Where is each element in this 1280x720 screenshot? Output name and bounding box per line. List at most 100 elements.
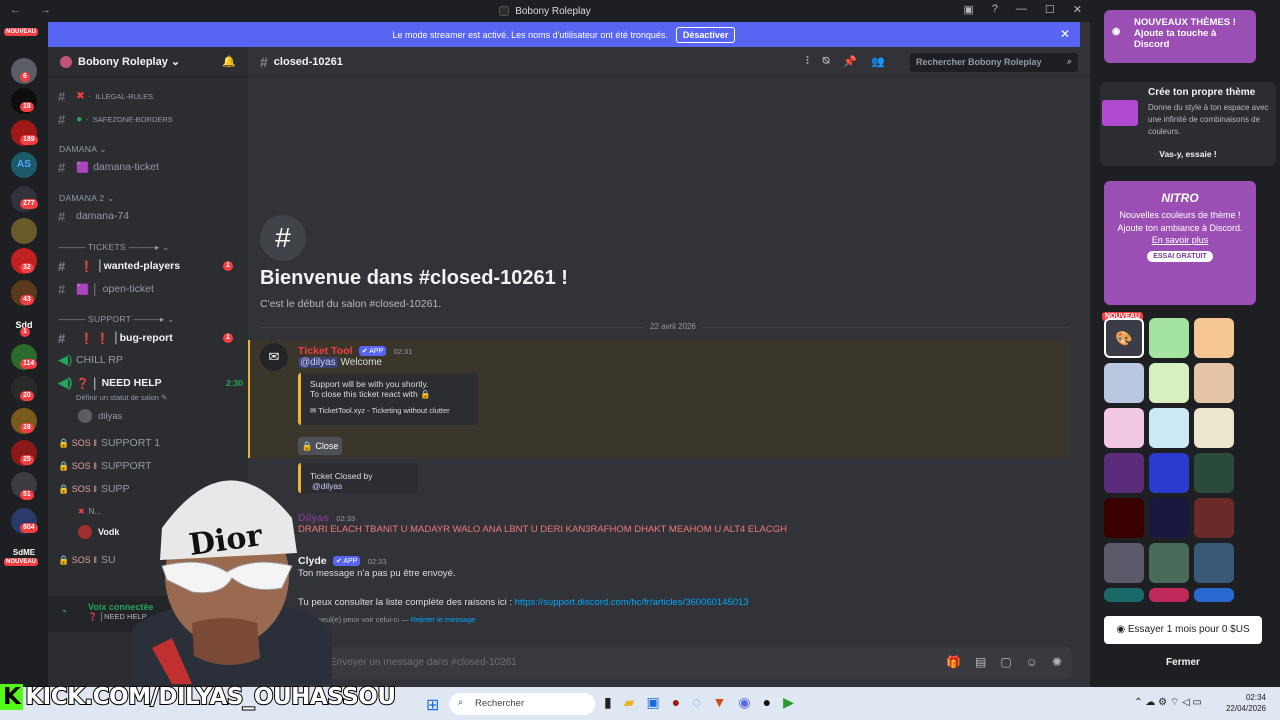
lock-icon: 🔒 SOS ‖ [58, 483, 97, 494]
create-theme-card: Crée ton propre thème Donne du style à t… [1100, 82, 1276, 166]
theme-swatch[interactable] [1194, 543, 1234, 583]
category-damana[interactable]: DAMANA ⌄ [59, 144, 107, 155]
close-window-button[interactable]: ✕ [1073, 3, 1082, 16]
start-icon[interactable]: ⊞ [426, 695, 439, 715]
file-explorer-icon[interactable]: ▰ [624, 694, 635, 711]
category-support[interactable]: ——— SUPPORT ———▸ ⌄ [59, 314, 175, 325]
maximize-button[interactable]: ☐ [1045, 3, 1055, 16]
terminal-icon[interactable]: ▶ [783, 694, 794, 711]
nitro-promo: NITRO Nouvelles couleurs de thème ! Ajou… [1104, 181, 1256, 305]
close-panel-button[interactable]: Fermer [1104, 657, 1262, 668]
window-titlebar: ← → Bobony Roleplay ▣ ? — ☐ ✕ [0, 0, 1090, 22]
system-tray[interactable]: ⌃ ☁ ⚙ ⌔ ◁ ▭ 02:34 22/04/2026 [1134, 692, 1266, 714]
server-header[interactable]: Bobony Roleplay ⌄ 🔔 [48, 47, 248, 77]
chevron-down-icon: ⌄ [170, 56, 181, 68]
brave-icon[interactable]: ▼ [713, 694, 727, 711]
embed-footer: ✉ TicketTool.xyz - Ticketing without clu… [310, 406, 469, 415]
channel-status-hint[interactable]: Définir un statut de salon ✎ [76, 387, 261, 407]
theme-swatch[interactable] [1149, 543, 1189, 583]
voice-channel-chill-rp[interactable]: ◀) CHILL RP [58, 350, 243, 370]
disable-streamer-button[interactable]: Désactiver [675, 26, 736, 43]
clock-time: 02:34 [1245, 693, 1266, 702]
app-icon[interactable]: ● [672, 694, 680, 711]
task-view-icon[interactable]: ▮ [604, 694, 612, 711]
gift-icon[interactable]: 🎁 [946, 655, 961, 669]
support-link[interactable]: https://support.discord.com/hc/fr/articl… [515, 597, 749, 608]
author-name[interactable]: Ticket Tool [298, 345, 352, 357]
theme-swatch[interactable] [1149, 318, 1189, 358]
minimize-button[interactable]: — [1016, 3, 1027, 16]
channel-label: CHILL RP [76, 354, 123, 366]
channel-damana-74[interactable]: # damana-74 [58, 206, 243, 226]
hash-icon: # [58, 88, 66, 104]
channel-illegal-rules[interactable]: # ✖ · ILLEGAL-RULES [58, 86, 243, 106]
server-icon[interactable]: AS [11, 152, 37, 178]
search-input[interactable]: Rechercher Bobony Roleplay ⌕ [910, 53, 1078, 72]
try-nitro-button[interactable]: ◉ Essayer 1 mois pour 0 $US [1104, 616, 1262, 644]
apps-icon[interactable]: ✺ [1052, 655, 1062, 669]
learn-more-link[interactable]: En savoir plus [1112, 235, 1248, 245]
theme-swatch[interactable] [1194, 318, 1234, 358]
new-themes-promo[interactable]: ◉ NOUVEAUX THÈMES ! Ajoute ta touche à D… [1104, 10, 1256, 63]
members-icon[interactable]: 👥 [871, 55, 885, 68]
category-tickets[interactable]: ——— TICKETS ———▸ ⌄ [59, 242, 170, 253]
inbox-icon[interactable]: ▣ [963, 3, 973, 16]
channel-safezone-borders[interactable]: # ● · SAFEZONE-BORDERS [58, 109, 243, 129]
theme-swatch[interactable] [1194, 453, 1234, 493]
edge-icon[interactable]: ◌ [692, 694, 700, 711]
theme-swatch[interactable] [1149, 453, 1189, 493]
obs-icon[interactable]: ● [763, 694, 771, 711]
notification-icon[interactable]: 🔔 [222, 55, 236, 68]
store-icon[interactable]: ▣ [647, 694, 660, 711]
lock-icon: 🔒 SOS ‖ [58, 437, 97, 448]
voice-user-dilyas[interactable]: dilyas ⌀ [78, 406, 263, 426]
theme-swatch[interactable] [1194, 363, 1234, 403]
discord-icon[interactable]: ◉ [738, 694, 750, 711]
taskbar-search[interactable]: ⌕ Rechercher [449, 693, 595, 715]
app-tag: ✔ APP [332, 555, 361, 566]
back-forward-icon[interactable]: ← → [10, 4, 59, 16]
welcome-subtitle: C'est le début du salon #closed-10261. [260, 298, 442, 310]
timestamp: 02:33 [336, 514, 356, 523]
theme-swatch[interactable] [1149, 408, 1189, 448]
close-banner-icon[interactable]: ✕ [1060, 27, 1070, 41]
header-toolbar: ⫶ ⍉ 📌 👥 [806, 55, 885, 68]
server-icon[interactable] [11, 218, 37, 244]
pin-icon[interactable]: 📌 [843, 55, 857, 68]
nitro-icon: ◉ [1112, 26, 1121, 37]
theme-swatch[interactable] [1149, 498, 1189, 538]
theme-swatch[interactable] [1104, 588, 1144, 602]
sticker-icon[interactable]: ▢ [1000, 655, 1011, 669]
theme-swatch[interactable] [1104, 498, 1144, 538]
theme-swatch[interactable] [1194, 498, 1234, 538]
theme-swatch[interactable]: 🎨 [1104, 318, 1144, 358]
channel-bug-report[interactable]: # ❗ ❗ │bug-report 1 [58, 328, 243, 348]
date-label: 22 avril 2026 [644, 322, 702, 331]
help-icon[interactable]: ? [992, 3, 998, 16]
tickettool-avatar[interactable]: ✉ [260, 343, 288, 371]
theme-swatch[interactable] [1104, 408, 1144, 448]
theme-swatch[interactable] [1104, 453, 1144, 493]
theme-swatch[interactable] [1149, 588, 1189, 602]
try-theme-button[interactable]: Vas-y, essaie ! [1100, 144, 1276, 164]
dismiss-message-link[interactable]: Rejeter le message [411, 615, 476, 624]
channel-title: closed-10261 [273, 55, 343, 68]
gif-icon[interactable]: ▤ [975, 655, 986, 669]
mute-bell-icon[interactable]: ⍉ [823, 55, 830, 68]
category-damana-2[interactable]: DAMANA 2 ⌄ [59, 193, 114, 204]
emoji-icon[interactable]: ☺ [1026, 655, 1038, 669]
theme-swatch[interactable] [1194, 588, 1234, 602]
free-trial-button[interactable]: ESSAI GRATUIT [1147, 251, 1213, 262]
create-theme-desc: Donne du style à ton espace avec une inf… [1148, 103, 1269, 136]
user-mention[interactable]: @dilyas [298, 357, 338, 368]
message-composer[interactable]: Envoyer un message dans #closed-10261 🎁 … [260, 647, 1072, 679]
channel-damana-ticket[interactable]: # 🟪 damana-ticket [58, 157, 243, 177]
channel-open-ticket[interactable]: # 🟪 │ open-ticket [58, 279, 243, 299]
theme-swatch[interactable] [1104, 543, 1144, 583]
theme-swatch[interactable] [1194, 408, 1234, 448]
theme-swatch[interactable] [1104, 363, 1144, 403]
unread-badge: 1 [223, 261, 233, 271]
theme-swatch[interactable] [1149, 363, 1189, 403]
channel-wanted-players[interactable]: # ❗ │wanted-players 1 [58, 256, 243, 276]
threads-icon[interactable]: ⫶ [806, 55, 809, 68]
